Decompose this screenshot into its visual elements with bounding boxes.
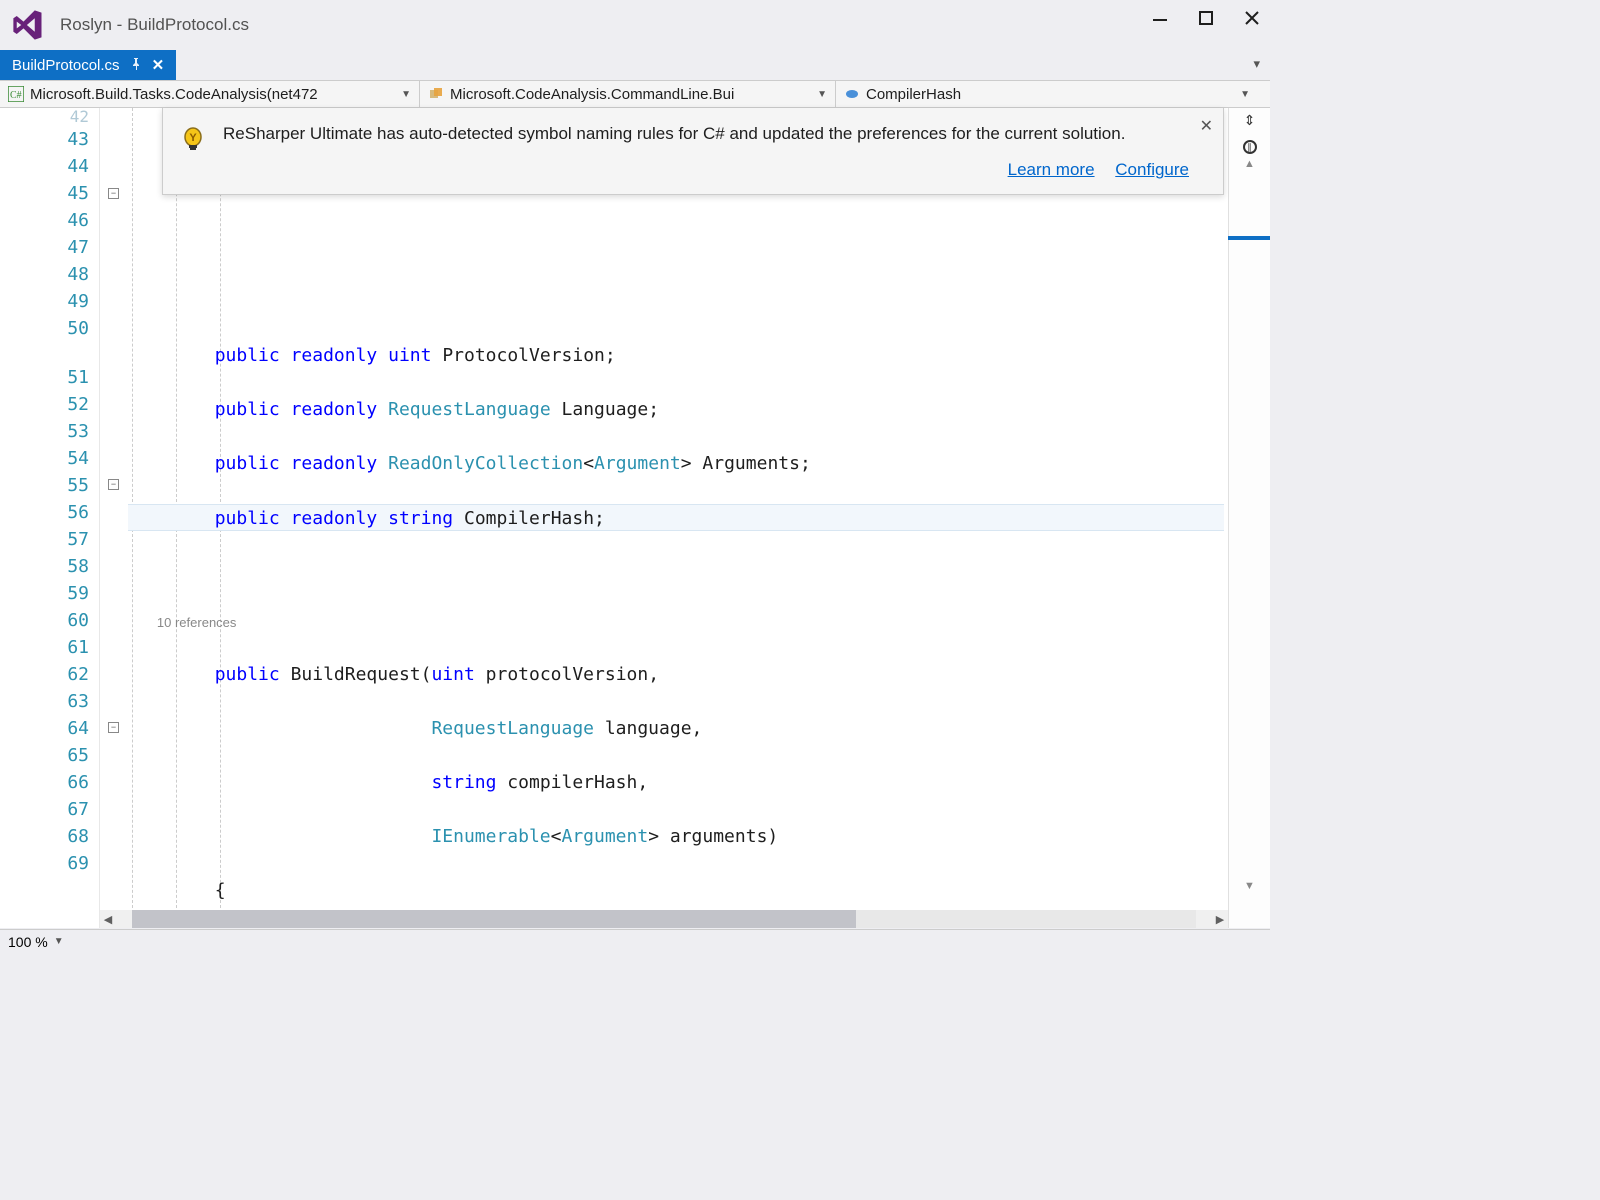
scroll-right-icon[interactable]: ▶ <box>1212 913 1228 926</box>
vs-logo-icon <box>10 7 46 43</box>
maximize-button[interactable] <box>1196 8 1216 28</box>
scrollbar-annotations[interactable]: ⇕ ∥ ▲ ▼ <box>1228 108 1270 928</box>
tab-options-icon[interactable]: ▾ <box>1253 56 1260 72</box>
titlebar: Roslyn - BuildProtocol.cs <box>0 0 1270 50</box>
line-number: 46 <box>0 207 89 234</box>
tab-active[interactable]: BuildProtocol.cs ✕ <box>0 50 176 80</box>
nav-member-dropdown[interactable]: CompilerHash ▼ <box>836 81 1270 107</box>
fold-column: − − − <box>106 108 122 928</box>
pause-icon[interactable]: ∥ <box>1243 140 1257 154</box>
line-number: 55 <box>0 472 89 499</box>
codelens-references[interactable]: 10 references <box>128 612 1224 634</box>
code-editor[interactable]: 424344454647484950 5152535455565758596061… <box>0 108 1270 928</box>
nav-member-label: CompilerHash <box>866 86 961 103</box>
tab-label: BuildProtocol.cs <box>12 57 120 74</box>
svg-text:C#: C# <box>10 90 22 101</box>
line-number: 49 <box>0 288 89 315</box>
chevron-down-icon: ▼ <box>811 89 827 100</box>
split-icon[interactable]: ⇕ <box>1238 112 1262 136</box>
scrollbar-thumb[interactable] <box>132 910 856 928</box>
line-number: 69 <box>0 850 89 877</box>
fold-toggle[interactable]: − <box>108 479 119 490</box>
line-number: 63 <box>0 688 89 715</box>
nav-namespace-dropdown[interactable]: Microsoft.CodeAnalysis.CommandLine.Bui ▼ <box>420 81 836 107</box>
line-number: 67 <box>0 796 89 823</box>
scrollbar-track[interactable] <box>132 910 1196 928</box>
close-notification-icon[interactable]: ✕ <box>1200 116 1213 136</box>
tab-bar: BuildProtocol.cs ✕ ▾ <box>0 50 1270 80</box>
line-number: 59 <box>0 580 89 607</box>
line-number: 68 <box>0 823 89 850</box>
line-number: 64 <box>0 715 89 742</box>
scroll-left-icon[interactable]: ◀ <box>100 913 116 926</box>
line-number: 42 <box>0 108 89 126</box>
line-number: 51 <box>0 364 89 391</box>
pin-icon[interactable] <box>130 57 142 74</box>
line-number: 58 <box>0 553 89 580</box>
line-number: 57 <box>0 526 89 553</box>
close-window-button[interactable] <box>1242 8 1262 28</box>
window-title: Roslyn - BuildProtocol.cs <box>60 15 249 35</box>
resharper-notification: Y ReSharper Ultimate has auto-detected s… <box>162 108 1224 195</box>
horizontal-scrollbar[interactable]: ◀ ▶ <box>100 910 1228 928</box>
scrollbar-marker <box>1228 236 1270 240</box>
chevron-down-icon: ▼ <box>1234 89 1250 100</box>
minimize-button[interactable] <box>1150 8 1170 28</box>
line-number: 62 <box>0 661 89 688</box>
line-number: 65 <box>0 742 89 769</box>
svg-text:Y: Y <box>189 132 197 144</box>
zoom-level[interactable]: 100 % <box>8 934 48 950</box>
line-number: 43 <box>0 126 89 153</box>
fold-toggle[interactable]: − <box>108 722 119 733</box>
line-number: 45 <box>0 180 89 207</box>
line-number: 60 <box>0 607 89 634</box>
line-number: 48 <box>0 261 89 288</box>
nav-project-dropdown[interactable]: C# Microsoft.Build.Tasks.CodeAnalysis(ne… <box>0 81 420 107</box>
nav-namespace-label: Microsoft.CodeAnalysis.CommandLine.Bui <box>450 86 734 103</box>
line-number-gutter: 424344454647484950 5152535455565758596061… <box>0 108 100 928</box>
line-number: 53 <box>0 418 89 445</box>
code-content[interactable]: public readonly uint ProtocolVersion; pu… <box>128 108 1224 928</box>
chevron-down-icon: ▼ <box>395 89 411 100</box>
line-number: 47 <box>0 234 89 261</box>
scroll-down-icon[interactable]: ▼ <box>1238 880 1262 904</box>
line-number: 52 <box>0 391 89 418</box>
line-number: 56 <box>0 499 89 526</box>
status-bar: 100 % ▼ <box>0 929 1270 953</box>
close-tab-icon[interactable]: ✕ <box>152 56 165 74</box>
notification-message: ReSharper Ultimate has auto-detected sym… <box>223 122 1189 146</box>
line-number: 54 <box>0 445 89 472</box>
chevron-down-icon[interactable]: ▼ <box>54 936 64 947</box>
line-number: 66 <box>0 769 89 796</box>
learn-more-link[interactable]: Learn more <box>1008 160 1095 179</box>
configure-link[interactable]: Configure <box>1115 160 1189 179</box>
csharp-icon: C# <box>8 86 24 102</box>
field-icon <box>844 86 860 102</box>
nav-project-label: Microsoft.Build.Tasks.CodeAnalysis(net47… <box>30 86 318 103</box>
line-number: 61 <box>0 634 89 661</box>
line-number: 50 <box>0 315 89 342</box>
navigation-bar: C# Microsoft.Build.Tasks.CodeAnalysis(ne… <box>0 80 1270 108</box>
lightbulb-icon: Y <box>179 126 207 154</box>
scroll-up-icon[interactable]: ▲ <box>1238 158 1262 182</box>
class-icon <box>428 86 444 102</box>
line-number: 44 <box>0 153 89 180</box>
fold-toggle[interactable]: − <box>108 188 119 199</box>
